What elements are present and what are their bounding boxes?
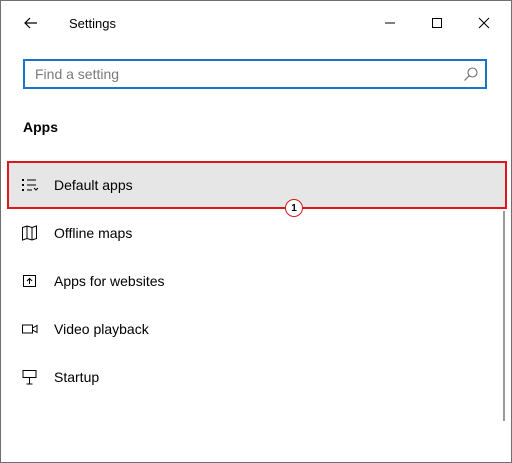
- nav-item-label: Offline maps: [54, 225, 133, 241]
- scrollbar[interactable]: [503, 211, 505, 421]
- step-callout-badge: 1: [285, 199, 303, 217]
- apps-nav-list: Default apps Offline maps Apps for websi…: [7, 161, 507, 401]
- window-title: Settings: [69, 16, 116, 31]
- nav-item-apps-for-websites[interactable]: Apps for websites: [7, 257, 507, 305]
- minimize-button[interactable]: [375, 9, 405, 37]
- nav-item-default-apps[interactable]: Default apps: [7, 161, 507, 209]
- nav-item-label: Video playback: [54, 321, 149, 337]
- search-icon[interactable]: [463, 66, 479, 82]
- nav-item-video-playback[interactable]: Video playback: [7, 305, 507, 353]
- nav-item-offline-maps[interactable]: Offline maps: [7, 209, 507, 257]
- section-heading: Apps: [23, 119, 58, 135]
- search-box[interactable]: [23, 59, 487, 89]
- maximize-icon: [432, 18, 442, 28]
- open-in-app-icon: [23, 275, 36, 287]
- maximize-button[interactable]: [422, 9, 452, 37]
- nav-item-startup[interactable]: Startup: [7, 353, 507, 401]
- nav-item-label: Default apps: [54, 177, 133, 193]
- back-arrow-icon: [24, 17, 37, 29]
- title-bar: Settings: [1, 1, 511, 45]
- back-button[interactable]: [14, 10, 48, 36]
- video-icon: [22, 324, 38, 334]
- close-icon: [478, 17, 490, 29]
- nav-item-label: Apps for websites: [54, 273, 165, 289]
- minimize-icon: [385, 22, 395, 24]
- search-input[interactable]: [25, 61, 455, 87]
- settings-window: Settings Apps: [0, 0, 512, 463]
- startup-icon: [22, 370, 37, 385]
- default-apps-icon: [22, 179, 39, 191]
- map-icon: [22, 225, 37, 241]
- nav-item-label: Startup: [54, 369, 100, 385]
- close-button[interactable]: [469, 9, 499, 37]
